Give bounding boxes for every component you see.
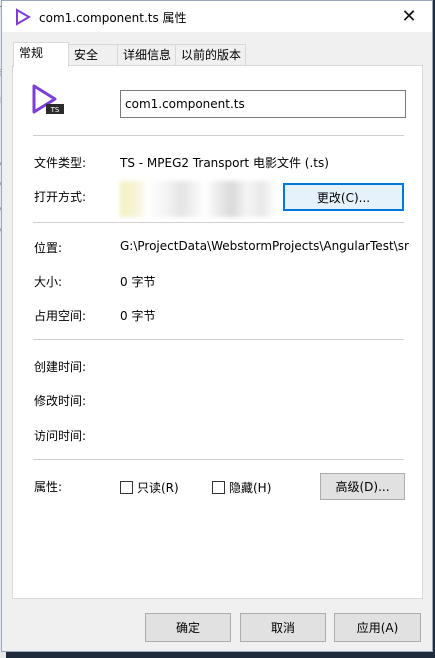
title-bar[interactable]: com1.component.ts 属性 ✕ [2, 1, 432, 32]
tab-previous-versions[interactable]: 以前的版本 [175, 44, 246, 65]
modified-label: 修改时间: [34, 394, 87, 408]
ok-button[interactable]: 确定 [145, 613, 231, 642]
opens-with-label: 打开方式: [34, 190, 87, 204]
hidden-checkbox[interactable]: 隐藏(H) [212, 479, 271, 496]
size-label: 大小: [34, 275, 63, 289]
tab-label: 常规 [19, 46, 44, 60]
apply-button[interactable]: 应用(A) [334, 613, 421, 642]
checkbox-box[interactable] [120, 481, 133, 494]
file-icon-badge: TS [50, 106, 60, 114]
tab-label: 以前的版本 [181, 48, 242, 62]
disk-size-label: 占用空间: [34, 309, 87, 323]
close-icon: ✕ [401, 6, 417, 27]
hidden-label: 隐藏(H) [229, 481, 272, 495]
tab-details[interactable]: 详细信息 [117, 44, 176, 65]
default-app-blurred [120, 181, 275, 217]
close-button[interactable]: ✕ [386, 1, 432, 32]
divider [33, 135, 404, 136]
tab-label: 安全 [74, 48, 99, 62]
disk-size-value: 0 字节 [120, 309, 156, 323]
tab-security[interactable]: 安全 [68, 44, 118, 65]
readonly-checkbox[interactable]: 只读(R) [120, 479, 179, 496]
tab-label: 详细信息 [123, 48, 172, 62]
properties-dialog: com1.component.ts 属性 ✕ 常规 安全 详细信息 以前的版本 … [1, 0, 433, 652]
general-panel: TS 文件类型: TS - MPEG2 Transport 电影文件 (.ts)… [12, 65, 423, 599]
divider [33, 339, 404, 340]
cancel-button[interactable]: 取消 [240, 613, 326, 642]
location-value: G:\ProjectData\WebstormProjects\AngularT… [120, 239, 409, 253]
file-name-input[interactable] [120, 90, 406, 118]
created-label: 创建时间: [34, 360, 87, 374]
checkbox-box[interactable] [212, 481, 225, 494]
file-type-value: TS - MPEG2 Transport 电影文件 (.ts) [120, 156, 329, 170]
readonly-label: 只读(R) [137, 481, 179, 495]
advanced-button[interactable]: 高级(D)... [320, 473, 405, 500]
accessed-label: 访问时间: [34, 429, 87, 443]
ts-file-icon: TS [32, 84, 64, 114]
file-type-label: 文件类型: [34, 156, 87, 170]
attributes-label: 属性: [34, 480, 63, 494]
window-title: com1.component.ts 属性 [39, 11, 187, 25]
tab-general[interactable]: 常规 [13, 42, 69, 67]
play-triangle-icon [16, 8, 31, 26]
size-value: 0 字节 [120, 275, 156, 289]
location-label: 位置: [34, 241, 63, 255]
change-button[interactable]: 更改(C)... [283, 183, 404, 211]
divider [33, 222, 404, 223]
divider [33, 459, 404, 460]
